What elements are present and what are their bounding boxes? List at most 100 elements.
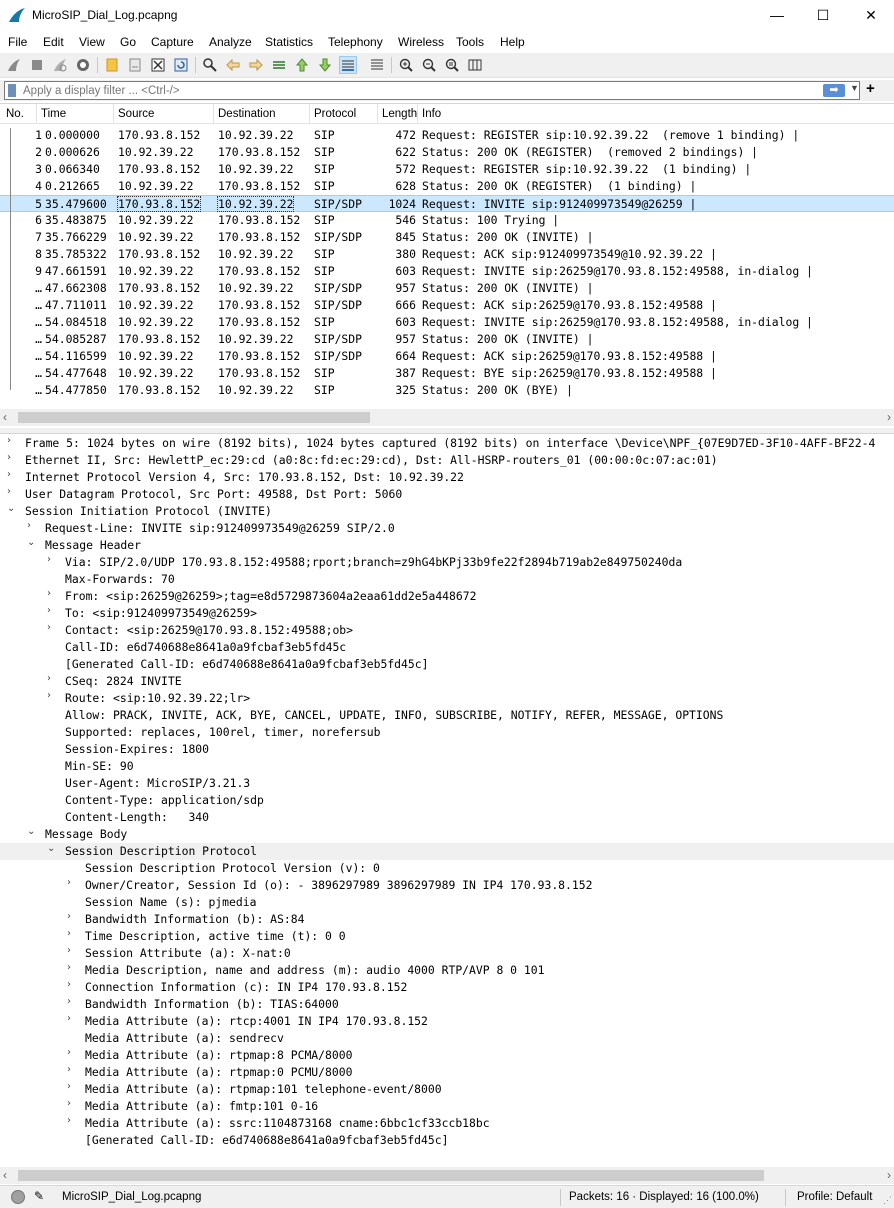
detail-tree-row[interactable]: › CSeq: 2824 INVITE: [0, 673, 894, 690]
detail-tree-row[interactable]: › Internet Protocol Version 4, Src: 170.9…: [0, 469, 894, 486]
detail-tree-row[interactable]: › Media Attribute (a): rtpmap:8 PCMA/8000: [0, 1047, 894, 1064]
go-to-packet-icon[interactable]: [270, 56, 288, 74]
expand-chevron-icon[interactable]: ›: [67, 1081, 79, 1092]
expand-chevron-icon[interactable]: ›: [7, 469, 19, 480]
expand-chevron-icon[interactable]: ›: [47, 588, 59, 599]
go-first-packet-icon[interactable]: [293, 56, 311, 74]
packet-row[interactable]: … 54.085287 170.93.8.152 10.92.39.22 SIP/SDP…: [0, 331, 894, 348]
detail-tree-row[interactable]: Media Attribute (a): sendrecv: [0, 1030, 894, 1047]
status-profile[interactable]: Profile: Default: [797, 1191, 872, 1203]
detail-tree-row[interactable]: › Media Attribute (a): ssrc:1104873168 cn…: [0, 1115, 894, 1132]
expand-chevron-icon[interactable]: ›: [67, 928, 79, 939]
go-forward-icon[interactable]: [247, 56, 265, 74]
packet-row[interactable]: 9 47.661591 10.92.39.22 170.93.8.152 SIP 603 R…: [0, 263, 894, 280]
scroll-right-icon[interactable]: ›: [887, 410, 891, 424]
zoom-in-icon[interactable]: [397, 56, 415, 74]
detail-tree-row[interactable]: ⌄ Session Description Protocol: [0, 843, 894, 860]
menu-telephony[interactable]: Telephony: [328, 35, 383, 49]
menu-file[interactable]: File: [8, 35, 27, 49]
expand-chevron-icon[interactable]: ›: [67, 877, 79, 888]
expand-chevron-icon[interactable]: ›: [67, 1047, 79, 1058]
detail-tree-row[interactable]: › Media Attribute (a): rtpmap:101 telepho…: [0, 1081, 894, 1098]
detail-tree-row[interactable]: › Connection Information (c): IN IP4 170.…: [0, 979, 894, 996]
open-file-icon[interactable]: [103, 56, 121, 74]
detail-tree-row[interactable]: › Owner/Creator, Session Id (o): - 389629…: [0, 877, 894, 894]
detail-tree-row[interactable]: Allow: PRACK, INVITE, ACK, BYE, CANCEL, …: [0, 707, 894, 724]
scroll-right-icon[interactable]: ›: [887, 1168, 891, 1182]
expand-chevron-icon[interactable]: ›: [47, 690, 59, 701]
expand-chevron-icon[interactable]: ›: [67, 979, 79, 990]
detail-tree-row[interactable]: Session Description Protocol Version (v)…: [0, 860, 894, 877]
expand-chevron-icon[interactable]: ›: [47, 673, 59, 684]
col-length[interactable]: Length: [382, 108, 417, 120]
col-no[interactable]: No.: [6, 108, 24, 120]
detail-tree-row[interactable]: Call-ID: e6d740688e8641a0a9fcbaf3eb5fd45…: [0, 639, 894, 656]
expand-chevron-icon[interactable]: ›: [67, 996, 79, 1007]
detail-tree-row[interactable]: › Frame 5: 1024 bytes on wire (8192 bits)…: [0, 435, 894, 452]
expand-chevron-icon[interactable]: ›: [67, 1013, 79, 1024]
packet-row[interactable]: 3 0.066340 170.93.8.152 10.92.39.22 SIP 572 Re…: [0, 161, 894, 178]
detail-tree-row[interactable]: Min-SE: 90: [0, 758, 894, 775]
detail-tree-row[interactable]: ⌄ Message Header: [0, 537, 894, 554]
save-file-icon[interactable]: [126, 56, 144, 74]
display-filter-input[interactable]: [23, 83, 813, 98]
detail-tree-row[interactable]: › Media Attribute (a): fmtp:101 0-16: [0, 1098, 894, 1115]
expand-chevron-icon[interactable]: ›: [67, 1064, 79, 1075]
detail-tree-row[interactable]: › Via: SIP/2.0/UDP 170.93.8.152:49588;rpo…: [0, 554, 894, 571]
packet-row[interactable]: 2 0.000626 10.92.39.22 170.93.8.152 SIP 622 St…: [0, 144, 894, 161]
add-filter-button-icon[interactable]: +: [866, 80, 875, 97]
col-destination[interactable]: Destination: [218, 108, 276, 120]
minimize-button[interactable]: —: [754, 0, 800, 31]
detail-tree-row[interactable]: User-Agent: MicroSIP/3.21.3: [0, 775, 894, 792]
packet-row[interactable]: 7 35.766229 10.92.39.22 170.93.8.152 SIP/SDP…: [0, 229, 894, 246]
filter-history-dropdown-icon[interactable]: ▼: [850, 83, 859, 93]
packet-row[interactable]: … 54.477648 10.92.39.22 170.93.8.152 SIP 387 R…: [0, 365, 894, 382]
expand-chevron-icon[interactable]: ›: [67, 962, 79, 973]
detail-tree-row[interactable]: › Bandwidth Information (b): AS:84: [0, 911, 894, 928]
packet-list-hscrollbar[interactable]: ‹ ›: [0, 409, 894, 426]
detail-tree-row[interactable]: › Media Attribute (a): rtpmap:0 PCMU/8000: [0, 1064, 894, 1081]
menu-analyze[interactable]: Analyze: [209, 35, 252, 49]
detail-tree-row[interactable]: › To: <sip:912409973549@26259>: [0, 605, 894, 622]
maximize-button[interactable]: ☐: [800, 0, 846, 31]
detail-tree-row[interactable]: › User Datagram Protocol, Src Port: 49588…: [0, 486, 894, 503]
detail-tree-row[interactable]: Content-Type: application/sdp: [0, 792, 894, 809]
collapse-chevron-icon[interactable]: ⌄: [7, 503, 19, 514]
expand-chevron-icon[interactable]: ›: [67, 911, 79, 922]
bookmark-icon[interactable]: [8, 84, 16, 97]
autoscroll-icon[interactable]: [339, 56, 357, 74]
packet-row[interactable]: 4 0.212665 10.92.39.22 170.93.8.152 SIP 628 St…: [0, 178, 894, 195]
expand-chevron-icon[interactable]: ›: [67, 1098, 79, 1109]
collapse-chevron-icon[interactable]: ⌄: [27, 537, 39, 548]
start-capture-icon[interactable]: [5, 56, 23, 74]
menu-edit[interactable]: Edit: [43, 35, 64, 49]
packet-row[interactable]: 1 0.000000 170.93.8.152 10.92.39.22 SIP 472 Re…: [0, 127, 894, 144]
packet-row[interactable]: … 47.662308 170.93.8.152 10.92.39.22 SIP/SDP…: [0, 280, 894, 297]
detail-tree-row[interactable]: › Route: <sip:10.92.39.22;lr>: [0, 690, 894, 707]
detail-tree-row[interactable]: Session-Expires: 1800: [0, 741, 894, 758]
menu-go[interactable]: Go: [120, 35, 136, 49]
scroll-left-icon[interactable]: ‹: [3, 410, 7, 424]
detail-tree-row[interactable]: › Media Attribute (a): rtcp:4001 IN IP4 1…: [0, 1013, 894, 1030]
detail-tree-row[interactable]: Supported: replaces, 100rel, timer, nore…: [0, 724, 894, 741]
apply-filter-icon[interactable]: ➡: [823, 84, 845, 97]
detail-tree-row[interactable]: › Media Description, name and address (m)…: [0, 962, 894, 979]
zoom-out-icon[interactable]: [420, 56, 438, 74]
menu-view[interactable]: View: [79, 35, 105, 49]
packet-row[interactable]: … 47.711011 10.92.39.22 170.93.8.152 SIP/SDP…: [0, 297, 894, 314]
detail-tree-row[interactable]: › From: <sip:26259@26259>;tag=e8d57298736…: [0, 588, 894, 605]
packet-row[interactable]: 5 35.479600 170.93.8.152 10.92.39.22 SIP/SDP…: [0, 195, 894, 212]
detail-tree-row[interactable]: › Request-Line: INVITE sip:912409973549@2…: [0, 520, 894, 537]
menu-statistics[interactable]: Statistics: [265, 35, 313, 49]
detail-tree-row[interactable]: ⌄ Session Initiation Protocol (INVITE): [0, 503, 894, 520]
capture-options-icon[interactable]: [74, 56, 92, 74]
collapse-chevron-icon[interactable]: ⌄: [47, 843, 59, 854]
packet-row[interactable]: … 54.477850 170.93.8.152 10.92.39.22 SIP 325 S…: [0, 382, 894, 399]
colorize-icon[interactable]: [368, 56, 386, 74]
expand-chevron-icon[interactable]: ›: [7, 435, 19, 446]
menu-wireless[interactable]: Wireless: [398, 35, 444, 49]
packet-row[interactable]: … 54.116599 10.92.39.22 170.93.8.152 SIP/SDP…: [0, 348, 894, 365]
collapse-chevron-icon[interactable]: ⌄: [27, 826, 39, 837]
packet-row[interactable]: 6 35.483875 10.92.39.22 170.93.8.152 SIP 546 S…: [0, 212, 894, 229]
restart-capture-icon[interactable]: [51, 56, 69, 74]
